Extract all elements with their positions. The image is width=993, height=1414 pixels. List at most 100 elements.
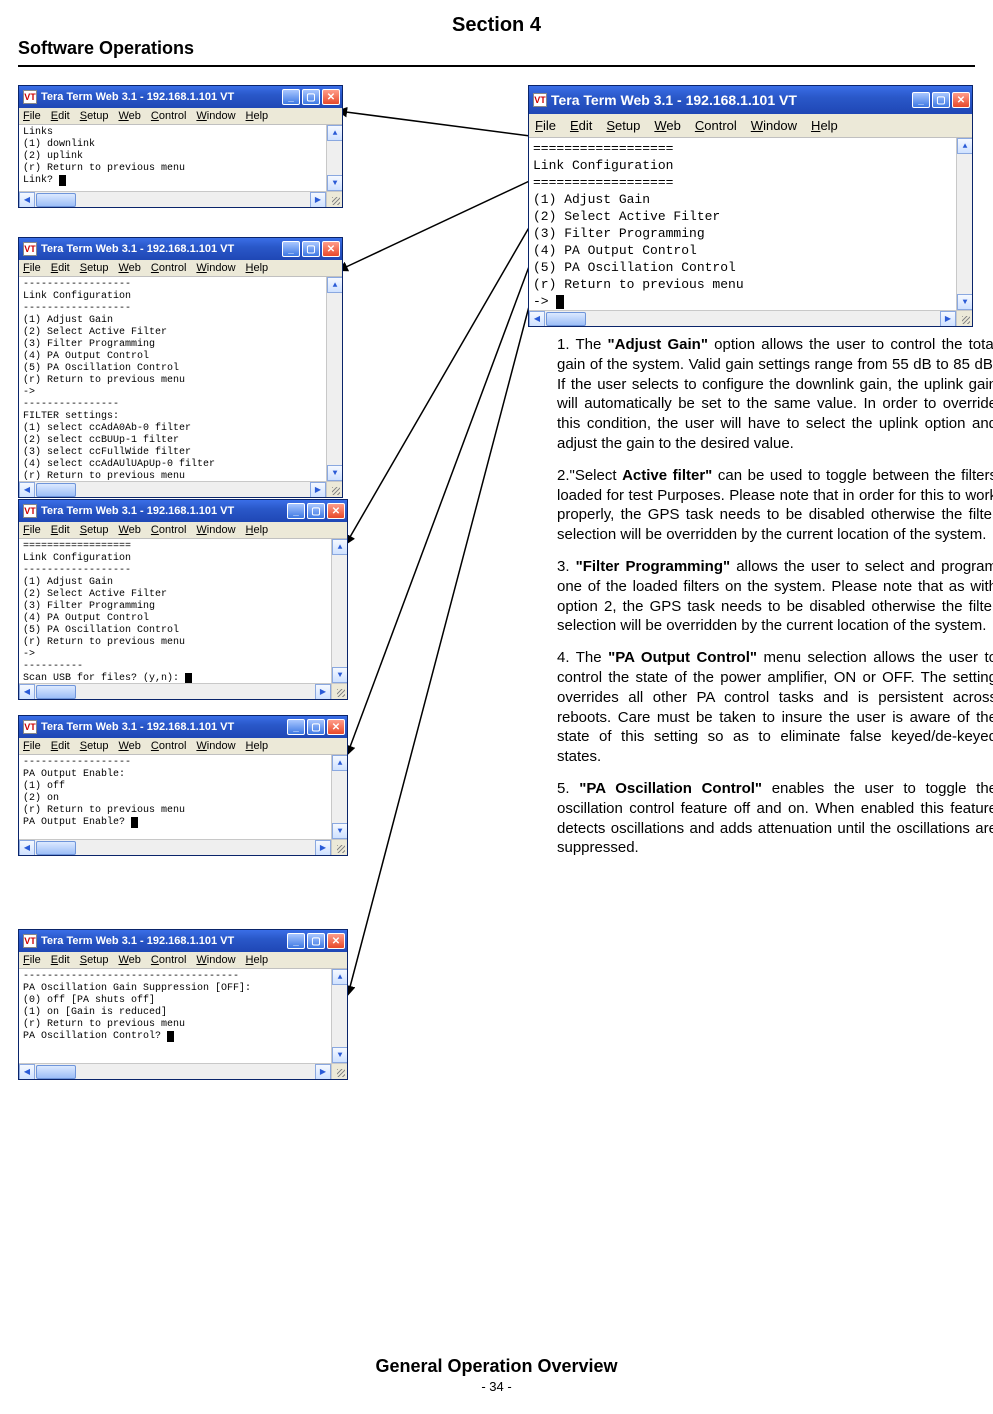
- menu-control[interactable]: Control: [151, 954, 186, 966]
- scrollbar-vertical[interactable]: ▲▼: [331, 755, 347, 839]
- scrollbar-vertical[interactable]: ▲▼: [956, 138, 972, 310]
- maximize-button[interactable]: ▢: [302, 241, 320, 257]
- menu-setup[interactable]: Setup: [80, 262, 109, 274]
- menu-web[interactable]: Web: [118, 524, 140, 536]
- menu-bar: File Edit Setup Web Control Window Help: [19, 108, 342, 125]
- minimize-button[interactable]: _: [912, 92, 930, 108]
- resize-grip[interactable]: [326, 191, 342, 207]
- terminal-output: ------------------------------------ PA …: [19, 969, 331, 1045]
- menu-help[interactable]: Help: [246, 740, 269, 752]
- menu-bar: File Edit Setup Web Control Window Help: [19, 522, 347, 539]
- maximize-button[interactable]: ▢: [932, 92, 950, 108]
- app-icon: VT: [23, 242, 37, 256]
- menu-control[interactable]: Control: [151, 262, 186, 274]
- close-button[interactable]: ✕: [322, 89, 340, 105]
- page-number: - 34 -: [0, 1379, 993, 1394]
- window-title: Tera Term Web 3.1 - 192.168.1.101 VT: [551, 92, 912, 108]
- scrollbar-horizontal[interactable]: ◀▶: [19, 683, 331, 699]
- maximize-button[interactable]: ▢: [307, 933, 325, 949]
- terminal-output: ================== Link Configuration ==…: [529, 138, 956, 312]
- app-icon: VT: [23, 934, 37, 948]
- scrollbar-vertical[interactable]: ▲▼: [331, 969, 347, 1063]
- menu-file[interactable]: File: [23, 110, 41, 122]
- minimize-button[interactable]: _: [287, 503, 305, 519]
- close-button[interactable]: ✕: [327, 933, 345, 949]
- menu-help[interactable]: Help: [811, 118, 838, 133]
- menu-window[interactable]: Window: [196, 954, 235, 966]
- scrollbar-horizontal[interactable]: ◀▶: [19, 191, 326, 207]
- note-pa-oscillation: 5. "PA Oscillation Control" enables the …: [557, 779, 993, 858]
- resize-grip[interactable]: [331, 1063, 347, 1079]
- menu-help[interactable]: Help: [246, 110, 269, 122]
- resize-grip[interactable]: [331, 839, 347, 855]
- menu-control[interactable]: Control: [151, 740, 186, 752]
- menu-web[interactable]: Web: [118, 110, 140, 122]
- menu-help[interactable]: Help: [246, 262, 269, 274]
- resize-grip[interactable]: [956, 310, 972, 326]
- menu-web[interactable]: Web: [654, 118, 681, 133]
- resize-grip[interactable]: [331, 683, 347, 699]
- menu-edit[interactable]: Edit: [51, 262, 70, 274]
- menu-setup[interactable]: Setup: [80, 110, 109, 122]
- menu-help[interactable]: Help: [246, 524, 269, 536]
- window-title: Tera Term Web 3.1 - 192.168.1.101 VT: [41, 935, 287, 947]
- scrollbar-vertical[interactable]: ▲▼: [331, 539, 347, 683]
- menu-edit[interactable]: Edit: [51, 110, 70, 122]
- menu-bar: File Edit Setup Web Control Window Help: [19, 952, 347, 969]
- app-icon: VT: [23, 504, 37, 518]
- menu-file[interactable]: File: [535, 118, 556, 133]
- resize-grip[interactable]: [326, 481, 342, 497]
- window-title: Tera Term Web 3.1 - 192.168.1.101 VT: [41, 505, 287, 517]
- scrollbar-vertical[interactable]: ▲▼: [326, 277, 342, 481]
- menu-control[interactable]: Control: [151, 110, 186, 122]
- menu-help[interactable]: Help: [246, 954, 269, 966]
- page-title: Software Operations: [18, 38, 975, 59]
- close-button[interactable]: ✕: [327, 719, 345, 735]
- scrollbar-vertical[interactable]: ▲▼: [326, 125, 342, 191]
- close-button[interactable]: ✕: [322, 241, 340, 257]
- menu-file[interactable]: File: [23, 262, 41, 274]
- menu-window[interactable]: Window: [196, 524, 235, 536]
- menu-file[interactable]: File: [23, 740, 41, 752]
- close-button[interactable]: ✕: [327, 503, 345, 519]
- menu-setup[interactable]: Setup: [80, 740, 109, 752]
- minimize-button[interactable]: _: [287, 933, 305, 949]
- menu-control[interactable]: Control: [151, 524, 186, 536]
- scrollbar-horizontal[interactable]: ◀▶: [19, 1063, 331, 1079]
- menu-setup[interactable]: Setup: [606, 118, 640, 133]
- menu-edit[interactable]: Edit: [570, 118, 592, 133]
- menu-window[interactable]: Window: [751, 118, 797, 133]
- menu-setup[interactable]: Setup: [80, 954, 109, 966]
- maximize-button[interactable]: ▢: [302, 89, 320, 105]
- note-filter-programming: 3. "Filter Programming" allows the user …: [557, 557, 993, 636]
- scrollbar-horizontal[interactable]: ◀▶: [529, 310, 956, 326]
- minimize-button[interactable]: _: [287, 719, 305, 735]
- menu-window[interactable]: Window: [196, 262, 235, 274]
- menu-web[interactable]: Web: [118, 954, 140, 966]
- menu-file[interactable]: File: [23, 954, 41, 966]
- scrollbar-horizontal[interactable]: ◀▶: [19, 481, 326, 497]
- menu-file[interactable]: File: [23, 524, 41, 536]
- menu-window[interactable]: Window: [196, 740, 235, 752]
- terminal-output: Links (1) downlink (2) uplink (r) Return…: [19, 125, 326, 189]
- menu-web[interactable]: Web: [118, 740, 140, 752]
- maximize-button[interactable]: ▢: [307, 503, 325, 519]
- menu-edit[interactable]: Edit: [51, 524, 70, 536]
- note-active-filter: 2."Select Active filter" can be used to …: [557, 466, 993, 545]
- minimize-button[interactable]: _: [282, 241, 300, 257]
- menu-edit[interactable]: Edit: [51, 740, 70, 752]
- close-button[interactable]: ✕: [952, 92, 970, 108]
- note-adjust-gain: 1. The "Adjust Gain" option allows the u…: [557, 335, 993, 454]
- menu-window[interactable]: Window: [196, 110, 235, 122]
- menu-setup[interactable]: Setup: [80, 524, 109, 536]
- terminal-window-link-config: VT Tera Term Web 3.1 - 192.168.1.101 VT …: [528, 85, 973, 327]
- section-heading: Section 4: [452, 14, 541, 37]
- maximize-button[interactable]: ▢: [307, 719, 325, 735]
- app-icon: VT: [23, 720, 37, 734]
- window-title: Tera Term Web 3.1 - 192.168.1.101 VT: [41, 721, 287, 733]
- scrollbar-horizontal[interactable]: ◀▶: [19, 839, 331, 855]
- menu-web[interactable]: Web: [118, 262, 140, 274]
- menu-control[interactable]: Control: [695, 118, 737, 133]
- minimize-button[interactable]: _: [282, 89, 300, 105]
- menu-edit[interactable]: Edit: [51, 954, 70, 966]
